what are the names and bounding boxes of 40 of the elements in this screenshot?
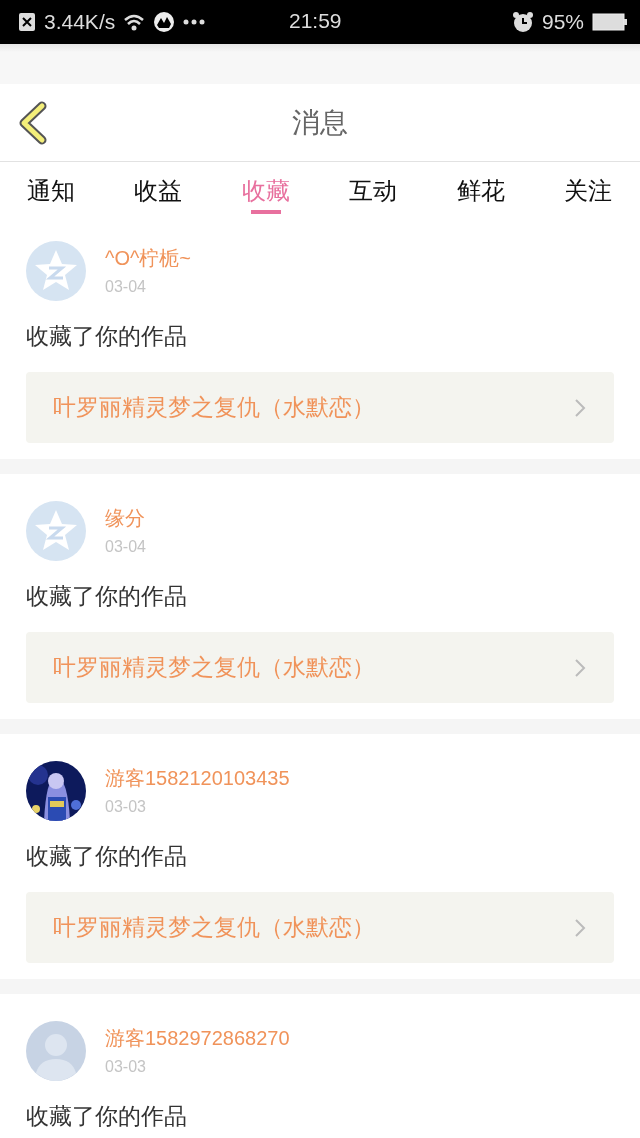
globe-icon (153, 11, 176, 33)
tab[interactable]: 收益 (132, 162, 185, 214)
sim-icon (18, 12, 36, 32)
network-speed: 3.44K/s (44, 10, 116, 34)
work-title: 叶罗丽精灵梦之复仇（水默恋） (53, 393, 375, 422)
page-title: 消息 (291, 104, 349, 141)
user-name[interactable]: 游客1582120103435 (105, 765, 290, 792)
avatar (26, 501, 86, 561)
tab[interactable]: 收藏 (239, 162, 292, 214)
tab[interactable]: 互动 (347, 162, 400, 214)
message-text: 收藏了你的作品 (26, 582, 188, 611)
user-name[interactable]: 缘分 (105, 505, 146, 532)
chevron-right-icon (574, 657, 586, 678)
work-link[interactable]: 叶罗丽精灵梦之复仇（水默恋） (26, 892, 614, 963)
message-date: 03-03 (105, 798, 147, 816)
user-name[interactable]: 游客1582972868270 (105, 1025, 290, 1052)
clock-time: 21:59 (289, 9, 342, 33)
tab[interactable]: 鲜花 (454, 162, 507, 214)
tab[interactable]: 关注 (561, 162, 614, 214)
chevron-right-icon (574, 917, 586, 938)
work-title: 叶罗丽精灵梦之复仇（水默恋） (53, 653, 375, 682)
message-text: 收藏了你的作品 (26, 322, 188, 351)
battery-icon (592, 13, 628, 31)
chevron-right-icon (574, 397, 586, 418)
alarm-clock-icon (511, 11, 534, 33)
work-link[interactable]: 叶罗丽精灵梦之复仇（水默恋） (26, 372, 614, 443)
tab[interactable]: 通知 (25, 162, 77, 214)
avatar (26, 241, 86, 301)
message-date: 03-04 (105, 538, 146, 556)
battery-percent: 95% (541, 10, 584, 34)
avatar (26, 1021, 86, 1081)
work-link[interactable]: 叶罗丽精灵梦之复仇（水默恋） (26, 632, 614, 703)
work-title: 叶罗丽精灵梦之复仇（水默恋） (53, 913, 375, 942)
more-icon (183, 19, 206, 25)
message-date: 03-04 (105, 278, 147, 296)
user-name[interactable]: ^O^柠栀~ (105, 245, 191, 272)
wifi-icon (123, 13, 146, 31)
message-text: 收藏了你的作品 (26, 842, 188, 871)
message-date: 03-03 (105, 1058, 147, 1076)
message-text: 收藏了你的作品 (26, 1102, 188, 1131)
